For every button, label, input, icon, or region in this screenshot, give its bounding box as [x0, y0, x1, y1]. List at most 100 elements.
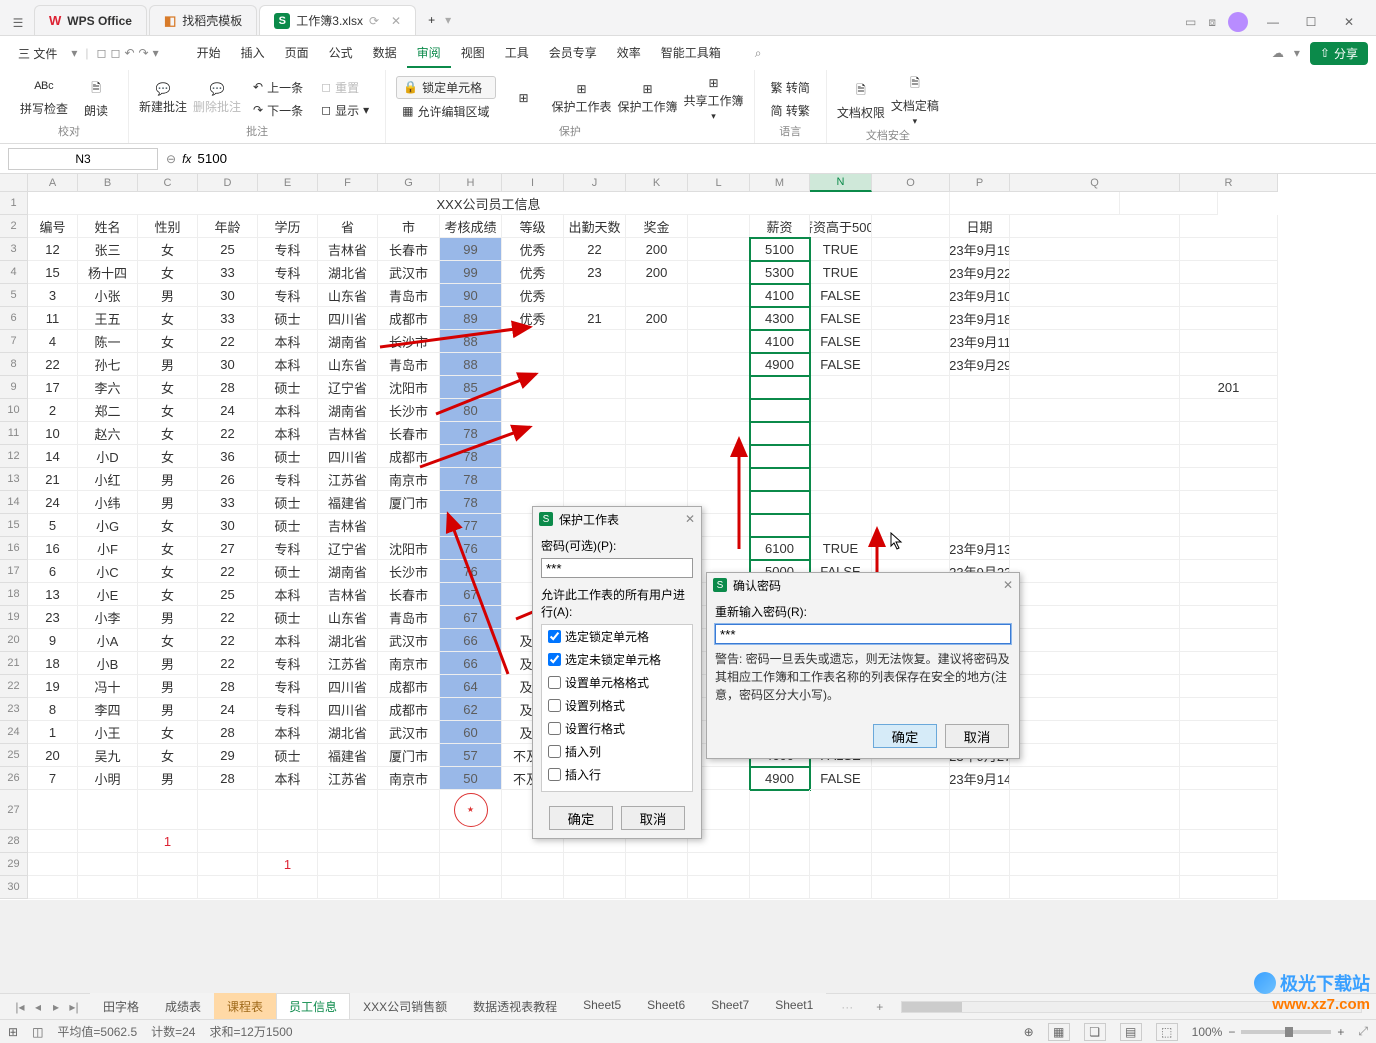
- cell[interactable]: 江苏省: [318, 468, 378, 491]
- cell[interactable]: [502, 422, 564, 445]
- cell[interactable]: 33: [198, 261, 258, 284]
- perm-checkbox[interactable]: [548, 653, 561, 666]
- cell[interactable]: [1010, 744, 1180, 767]
- row-header[interactable]: 7: [0, 330, 28, 353]
- perm-checkbox[interactable]: [548, 676, 561, 689]
- cell[interactable]: [688, 468, 750, 491]
- cell[interactable]: 19: [28, 675, 78, 698]
- cell[interactable]: [564, 353, 626, 376]
- cell[interactable]: 山东省: [318, 353, 378, 376]
- cell[interactable]: 5: [28, 514, 78, 537]
- cell[interactable]: [872, 445, 950, 468]
- cell[interactable]: [1010, 652, 1180, 675]
- cell[interactable]: [872, 399, 950, 422]
- cell[interactable]: 四川省: [318, 307, 378, 330]
- cell[interactable]: 本科: [258, 399, 318, 422]
- zoom-in-icon[interactable]: +: [1337, 1025, 1344, 1039]
- cell[interactable]: 1: [28, 721, 78, 744]
- chevron-down-icon[interactable]: ▾: [71, 46, 77, 60]
- cell[interactable]: 小红: [78, 468, 138, 491]
- cell[interactable]: [1010, 830, 1180, 853]
- toolbar-icon[interactable]: ◻: [97, 46, 107, 60]
- cell[interactable]: 成都市: [378, 445, 440, 468]
- cell[interactable]: 77: [440, 514, 502, 537]
- cell[interactable]: 江苏省: [318, 652, 378, 675]
- menu-效率[interactable]: 效率: [607, 39, 651, 68]
- cell[interactable]: 1: [258, 853, 318, 876]
- col-header-C[interactable]: C: [138, 174, 198, 192]
- cell[interactable]: 30: [198, 514, 258, 537]
- permission-list[interactable]: 选定锁定单元格选定未锁定单元格设置单元格格式设置列格式设置行格式插入列插入行插入…: [541, 624, 693, 792]
- cell[interactable]: [1180, 675, 1278, 698]
- cell[interactable]: 优秀: [502, 261, 564, 284]
- cell[interactable]: 湖南省: [318, 399, 378, 422]
- perm-item[interactable]: 插入列: [542, 740, 692, 763]
- cell[interactable]: 13: [28, 583, 78, 606]
- cell[interactable]: 24: [28, 491, 78, 514]
- cell[interactable]: [688, 876, 750, 899]
- cell[interactable]: [1180, 514, 1278, 537]
- cell[interactable]: 沈阳市: [378, 376, 440, 399]
- cell[interactable]: [1010, 853, 1180, 876]
- cell[interactable]: 5100: [750, 238, 810, 261]
- cell[interactable]: 2023年9月18日: [950, 307, 1010, 330]
- cell[interactable]: [564, 376, 626, 399]
- cell[interactable]: 长春市: [378, 422, 440, 445]
- perm-item[interactable]: 选定锁定单元格: [542, 625, 692, 648]
- cell[interactable]: 王五: [78, 307, 138, 330]
- cell[interactable]: 青岛市: [378, 284, 440, 307]
- cell[interactable]: [950, 830, 1010, 853]
- menu-页面[interactable]: 页面: [275, 39, 319, 68]
- col-header-K[interactable]: K: [626, 174, 688, 192]
- password-input[interactable]: [541, 558, 693, 578]
- cell[interactable]: 2023年9月10日: [950, 284, 1010, 307]
- cell[interactable]: 专科: [258, 284, 318, 307]
- cell[interactable]: [1180, 422, 1278, 445]
- cell[interactable]: [564, 330, 626, 353]
- cell[interactable]: 27: [198, 537, 258, 560]
- cell[interactable]: 本科: [258, 583, 318, 606]
- cell[interactable]: 小G: [78, 514, 138, 537]
- cell[interactable]: [440, 876, 502, 899]
- cell[interactable]: [78, 830, 138, 853]
- cell[interactable]: [1180, 853, 1278, 876]
- cell[interactable]: 小E: [78, 583, 138, 606]
- share-button[interactable]: ⇧ 分享: [1310, 42, 1368, 65]
- cell[interactable]: [688, 399, 750, 422]
- dialog-title-bar[interactable]: S 确认密码 ✕: [707, 573, 1019, 597]
- cell[interactable]: [950, 468, 1010, 491]
- col-header-O[interactable]: O: [872, 174, 950, 192]
- perm-item[interactable]: 插入超链接: [542, 786, 692, 792]
- cell[interactable]: 吉林省: [318, 583, 378, 606]
- cell[interactable]: 33: [198, 491, 258, 514]
- col-header-H[interactable]: H: [440, 174, 502, 192]
- cell[interactable]: 四川省: [318, 698, 378, 721]
- cell[interactable]: [564, 876, 626, 899]
- cell[interactable]: [198, 876, 258, 899]
- cell[interactable]: 硕士: [258, 307, 318, 330]
- cell[interactable]: 专科: [258, 468, 318, 491]
- perm-item[interactable]: 设置行格式: [542, 717, 692, 740]
- row-header[interactable]: 13: [0, 468, 28, 491]
- cell[interactable]: [1010, 399, 1180, 422]
- cell[interactable]: 22: [198, 330, 258, 353]
- row-header[interactable]: 17: [0, 560, 28, 583]
- cell[interactable]: 200: [626, 261, 688, 284]
- cell[interactable]: 出勤天数: [564, 215, 626, 238]
- sheet-tab[interactable]: Sheet6: [634, 993, 698, 1021]
- cell[interactable]: [1180, 238, 1278, 261]
- cell[interactable]: [626, 445, 688, 468]
- cell[interactable]: 22: [198, 560, 258, 583]
- cell[interactable]: 67: [440, 606, 502, 629]
- cell[interactable]: 长沙市: [378, 560, 440, 583]
- cell[interactable]: 14: [28, 445, 78, 468]
- cell[interactable]: 22: [198, 606, 258, 629]
- cell[interactable]: 南京市: [378, 468, 440, 491]
- cell[interactable]: 长春市: [378, 583, 440, 606]
- cell[interactable]: 12: [28, 238, 78, 261]
- zoom-control[interactable]: 100% − +: [1192, 1025, 1345, 1039]
- ok-button[interactable]: 确定: [549, 806, 613, 830]
- cell[interactable]: 6100: [750, 537, 810, 560]
- cell[interactable]: [950, 399, 1010, 422]
- cell[interactable]: 女: [138, 307, 198, 330]
